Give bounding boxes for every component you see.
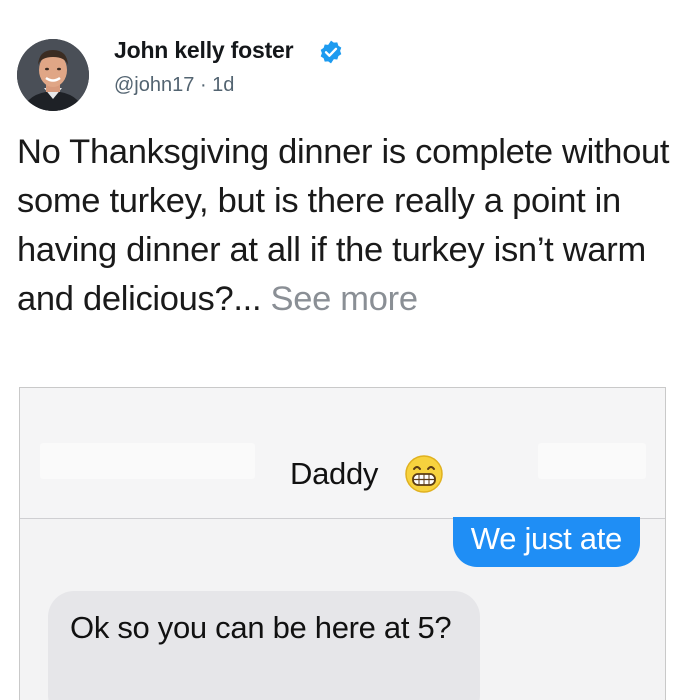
redacted-area-right	[538, 443, 646, 479]
author-handle[interactable]: @john17	[114, 74, 194, 96]
incoming-message: Ok so you can be here at 5?	[48, 591, 480, 700]
verified-badge-icon	[320, 40, 342, 64]
outgoing-message: We just ate	[452, 517, 640, 567]
conversation-header: Daddy	[20, 388, 665, 519]
message-thread: We just ate Ok so you can be here at 5?	[20, 517, 665, 700]
post-meta: @john17 · 1d	[114, 74, 234, 97]
grinning-face-emoji-icon	[405, 455, 443, 493]
author-name[interactable]: John kelly foster	[114, 37, 294, 64]
post-time[interactable]: 1d	[212, 74, 234, 96]
see-more-link[interactable]: See more	[271, 280, 418, 318]
author-avatar[interactable]	[17, 39, 89, 111]
redacted-area-left	[40, 443, 255, 479]
post-text: No Thanksgiving dinner is complete witho…	[17, 128, 689, 324]
meta-separator: ·	[199, 74, 207, 96]
attached-screenshot[interactable]: Daddy We just ate Ok so you can be here …	[19, 387, 666, 700]
contact-name: Daddy	[290, 456, 379, 491]
avatar-photo	[17, 39, 89, 111]
